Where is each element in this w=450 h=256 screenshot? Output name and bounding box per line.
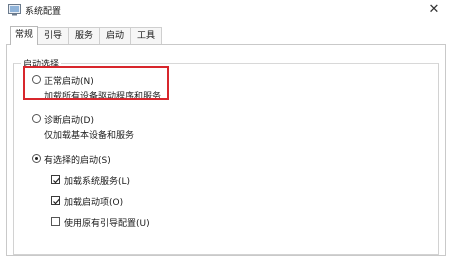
load-startup-items-checkbox[interactable]	[51, 196, 60, 205]
checkmark-icon	[53, 198, 60, 205]
tab-tools[interactable]: 工具	[130, 27, 162, 44]
title-bar: 系统配置 ✕	[0, 0, 450, 20]
use-original-boot-config-checkbox[interactable]	[51, 217, 60, 226]
tab-general[interactable]: 常规	[10, 26, 38, 45]
use-original-boot-config-label[interactable]: 使用原有引导配置(U)	[64, 216, 150, 229]
tab-services[interactable]: 服务	[68, 27, 100, 44]
diagnostic-startup-label[interactable]: 诊断启动(D)	[44, 113, 94, 126]
selective-startup-label[interactable]: 有选择的启动(S)	[44, 153, 111, 166]
checkmark-icon	[53, 177, 60, 184]
highlight-annotation	[23, 66, 169, 100]
load-system-services-checkbox[interactable]	[51, 175, 60, 184]
tab-bar: 常规 引导 服务 启动 工具	[0, 26, 450, 45]
tab-boot[interactable]: 引导	[37, 27, 69, 44]
tab-startup[interactable]: 启动	[99, 27, 131, 44]
window-title: 系统配置	[25, 7, 62, 17]
load-system-services-label[interactable]: 加载系统服务(L)	[64, 174, 130, 187]
diagnostic-startup-radio[interactable]	[32, 114, 41, 123]
close-button[interactable]: ✕	[424, 1, 444, 19]
diagnostic-startup-description: 仅加载基本设备和服务	[44, 131, 135, 141]
selective-startup-radio[interactable]	[32, 154, 41, 163]
system-config-icon	[8, 4, 21, 16]
load-startup-items-label[interactable]: 加载启动项(O)	[64, 195, 123, 208]
